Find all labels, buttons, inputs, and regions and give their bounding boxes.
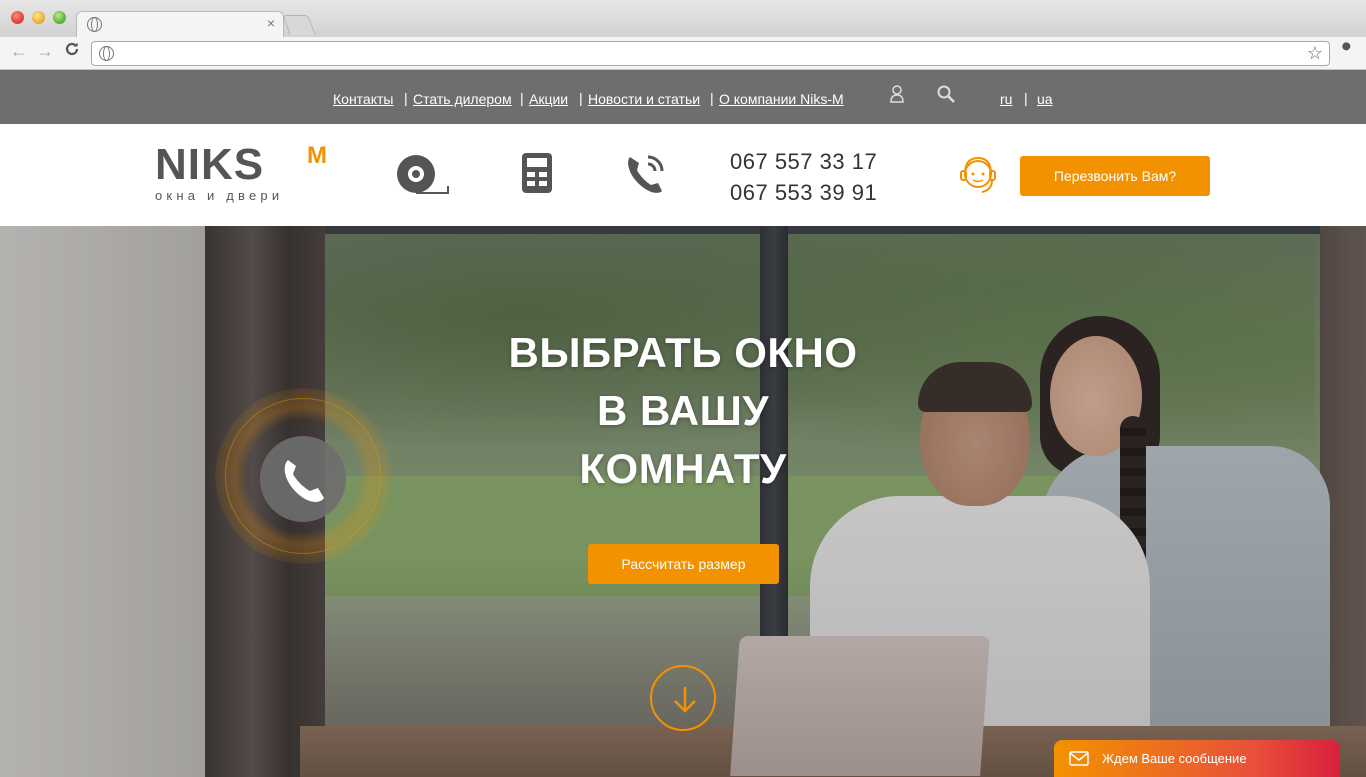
nav-link-news[interactable]: Новости и статьи [588,91,700,107]
bookmark-star-icon[interactable]: ☆ [1307,43,1323,64]
scroll-down-button[interactable] [650,665,716,731]
nav-separator: | [404,90,408,106]
logo[interactable]: NIKS M окна и двери [155,142,335,204]
phone-number-2[interactable]: 067 553 39 91 [730,177,877,208]
phone-call-icon[interactable] [624,151,666,200]
logo-superscript: M [307,142,327,169]
nav-separator: | [520,90,524,106]
reload-icon [65,42,79,56]
globe-icon [99,46,114,61]
chat-widget-label: Ждем Ваше сообщение [1102,751,1247,766]
browser-tab-bar: × [0,0,1366,37]
logo-word: NIKS [155,140,265,189]
callback-widget[interactable] [215,388,391,564]
tab-close-icon[interactable]: × [267,15,275,31]
browser-tab[interactable]: × [76,11,284,37]
hero-section: ВЫБРАТЬ ОКНО В ВАШУ КОМНАТУ Рассчитать р… [0,226,1366,777]
top-navigation: Контакты | Стать дилером | Акции | Новос… [0,70,1366,124]
tape-measure-icon[interactable] [396,152,452,201]
browser-toolbar: ← → ☆ [0,37,1366,70]
callback-button[interactable]: Перезвонить Вам? [1020,156,1210,196]
nav-link-dealer[interactable]: Стать дилером [413,91,512,107]
callback-widget-button[interactable] [260,436,346,522]
support-operator-icon [958,154,998,203]
nav-link-about[interactable]: О компании Niks-M [719,91,844,107]
settings-wrench-icon[interactable] [1338,42,1356,65]
reload-button[interactable] [64,41,80,62]
calculate-size-button[interactable]: Рассчитать размер [588,544,779,584]
forward-button[interactable]: → [36,41,54,62]
arrow-down-icon [674,687,696,713]
nav-separator: | [579,90,583,106]
new-tab-button[interactable] [282,15,316,35]
search-icon[interactable] [936,84,956,107]
hero-title: ВЫБРАТЬ ОКНО В ВАШУ КОМНАТУ [508,329,858,492]
minimize-window-button[interactable] [32,11,45,24]
back-button[interactable]: ← [10,41,28,62]
calculator-icon[interactable] [521,152,553,199]
lang-ru[interactable]: ru [1000,91,1012,107]
user-icon[interactable] [889,84,905,107]
nav-link-promotions[interactable]: Акции [529,91,568,107]
phone-icon [284,460,324,502]
nav-separator: | [710,90,714,106]
nav-link-contacts[interactable]: Контакты [333,91,393,107]
envelope-icon [1069,751,1089,766]
globe-icon [87,17,102,32]
chat-widget[interactable]: Ждем Ваше сообщение [1054,740,1340,777]
maximize-window-button[interactable] [53,11,66,24]
address-bar[interactable]: ☆ [91,41,1330,66]
logo-tagline: окна и двери [155,188,284,203]
site-header: NIKS M окна и двери 067 557 33 17 067 55… [0,124,1366,226]
phone-numbers: 067 557 33 17 067 553 39 91 [730,146,877,208]
phone-number-1[interactable]: 067 557 33 17 [730,146,877,177]
close-window-button[interactable] [11,11,24,24]
lang-separator: | [1024,90,1028,106]
lang-ua[interactable]: ua [1037,91,1053,107]
